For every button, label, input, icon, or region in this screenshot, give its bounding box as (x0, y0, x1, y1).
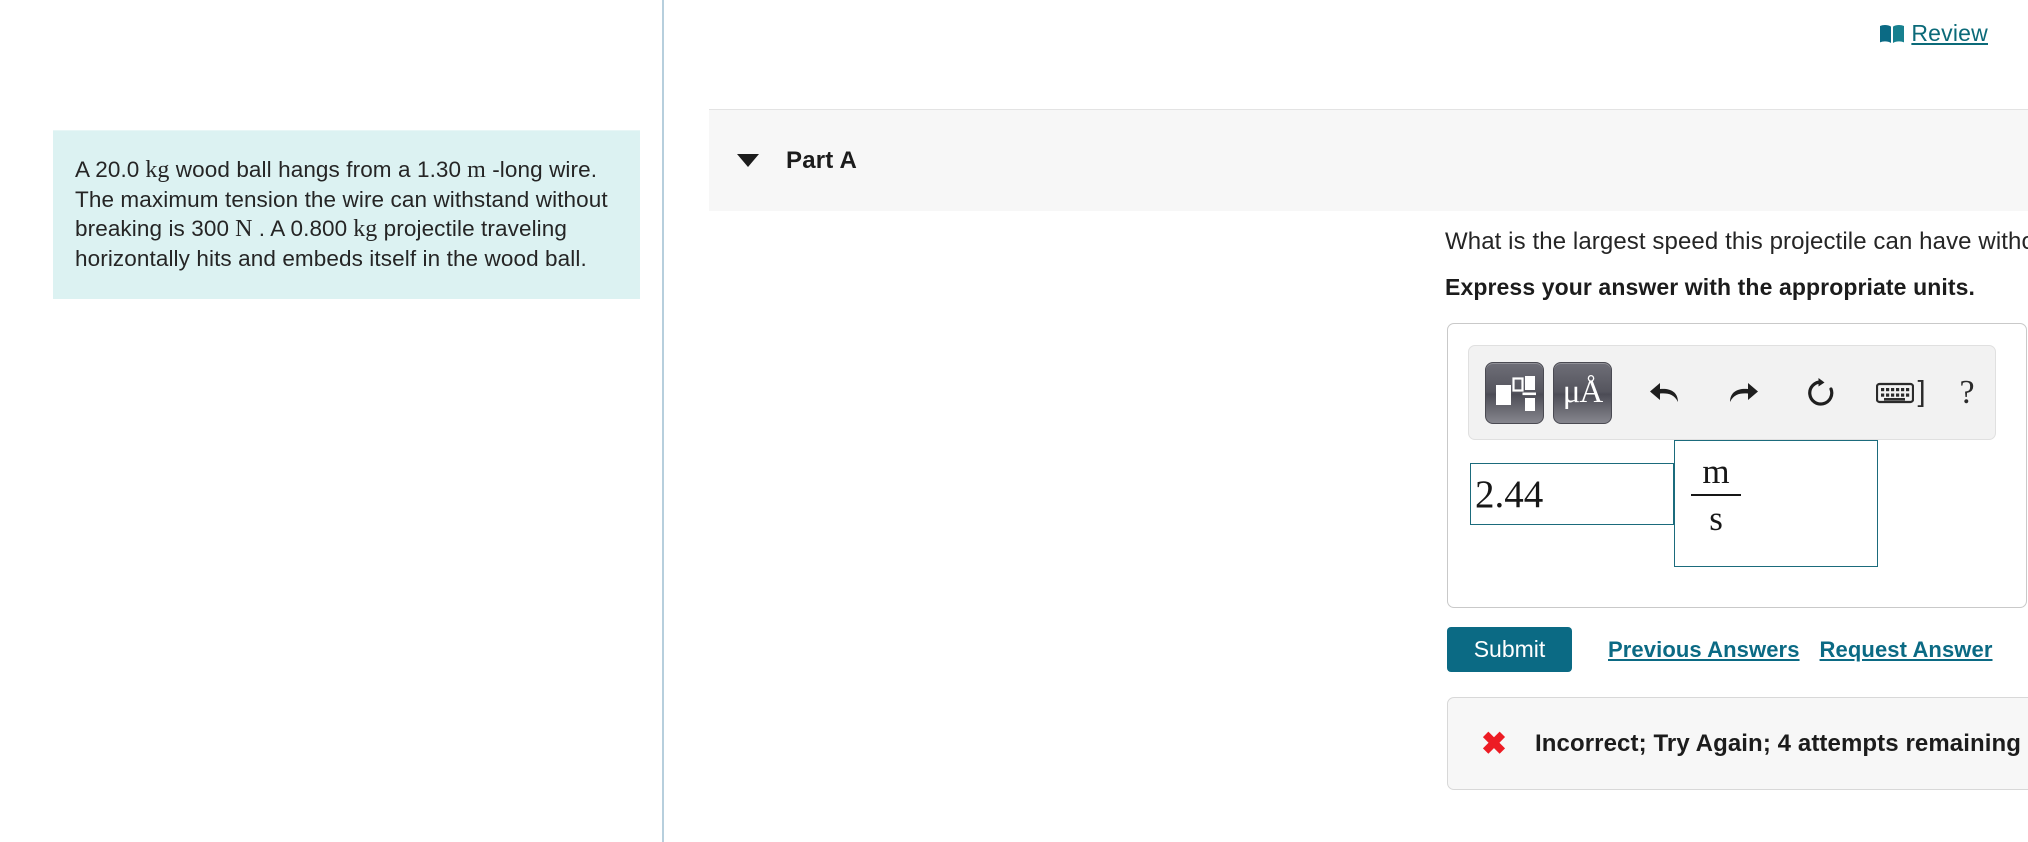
answer-value-input[interactable]: 2.44 (1470, 463, 1674, 525)
page-root: A 20.0 kg wood ball hangs from a 1.30 m … (0, 0, 2028, 842)
part-title: Part A (786, 146, 857, 174)
request-answer-link[interactable]: Request Answer (1820, 637, 1993, 663)
keyboard-icon[interactable]: ] (1874, 366, 1928, 420)
problem-pane: A 20.0 kg wood ball hangs from a 1.30 m … (0, 0, 663, 842)
bracket-glyph: ] (1917, 376, 1926, 408)
instruction-text: Express your answer with the appropriate… (1445, 274, 1975, 300)
chevron-down-icon[interactable] (737, 154, 759, 167)
fraction-bar (1691, 494, 1741, 496)
problem-unit-token: m (461, 157, 486, 183)
answer-unit-input[interactable]: m s (1674, 440, 1878, 567)
unit-denominator: s (1709, 499, 1723, 538)
reset-circular-arrow-icon[interactable] (1794, 366, 1848, 420)
problem-unit-token: N (229, 216, 253, 242)
units-button[interactable]: μÅ (1553, 361, 1612, 424)
answer-value-text: 2.44 (1475, 472, 1544, 516)
undo-arrow-icon[interactable] (1638, 366, 1692, 420)
problem-text-run: 300 (191, 216, 230, 241)
question-text: What is the largest speed this projectil… (1445, 228, 2028, 255)
incorrect-x-icon: ✖ (1481, 726, 1507, 761)
feedback-box: ✖ Incorrect; Try Again; 4 attempts remai… (1447, 697, 2028, 790)
book-icon (1879, 24, 1905, 44)
problem-text-run: 0.800 (290, 216, 348, 241)
unit-numerator: m (1702, 452, 1730, 491)
help-icon[interactable]: ? (1940, 366, 1994, 420)
problem-unit-token: kg (139, 157, 170, 183)
answer-entry-widget: μÅ] ? 2.44 m s (1447, 323, 2027, 608)
help-glyph: ? (1959, 373, 1975, 411)
problem-text-run: . A (252, 216, 291, 241)
problem-statement-text: A 20.0 kg wood ball hangs from a 1.30 m … (75, 155, 618, 273)
part-a-header[interactable]: Part A (709, 109, 2028, 211)
previous-answers-link[interactable]: Previous Answers (1608, 637, 1800, 663)
problem-text-run: wood ball hangs from a (169, 157, 417, 182)
units-button-label: μÅ (1562, 374, 1604, 410)
problem-text-run: A (75, 157, 96, 182)
review-link[interactable]: Review (1911, 20, 1988, 47)
math-editor-toolbar: μÅ] ? (1468, 345, 1996, 440)
assignment-pane: Review Part A What is the largest speed … (664, 0, 2028, 842)
unit-fraction: m s (1689, 453, 1743, 539)
review-link-group[interactable]: Review (1879, 20, 1988, 47)
problem-unit-token: kg (347, 216, 378, 242)
feedback-message: Incorrect; Try Again; 4 attempts remaini… (1534, 729, 2022, 757)
submit-button[interactable]: Submit (1447, 627, 1572, 672)
problem-text-run: 1.30 (416, 157, 462, 182)
redo-arrow-icon[interactable] (1716, 366, 1770, 420)
action-row: Submit Previous Answers Request Answer (1447, 627, 1993, 672)
math-template-icon[interactable] (1485, 361, 1544, 424)
problem-text-run: 20.0 (95, 157, 140, 182)
problem-statement-box: A 20.0 kg wood ball hangs from a 1.30 m … (53, 130, 640, 299)
